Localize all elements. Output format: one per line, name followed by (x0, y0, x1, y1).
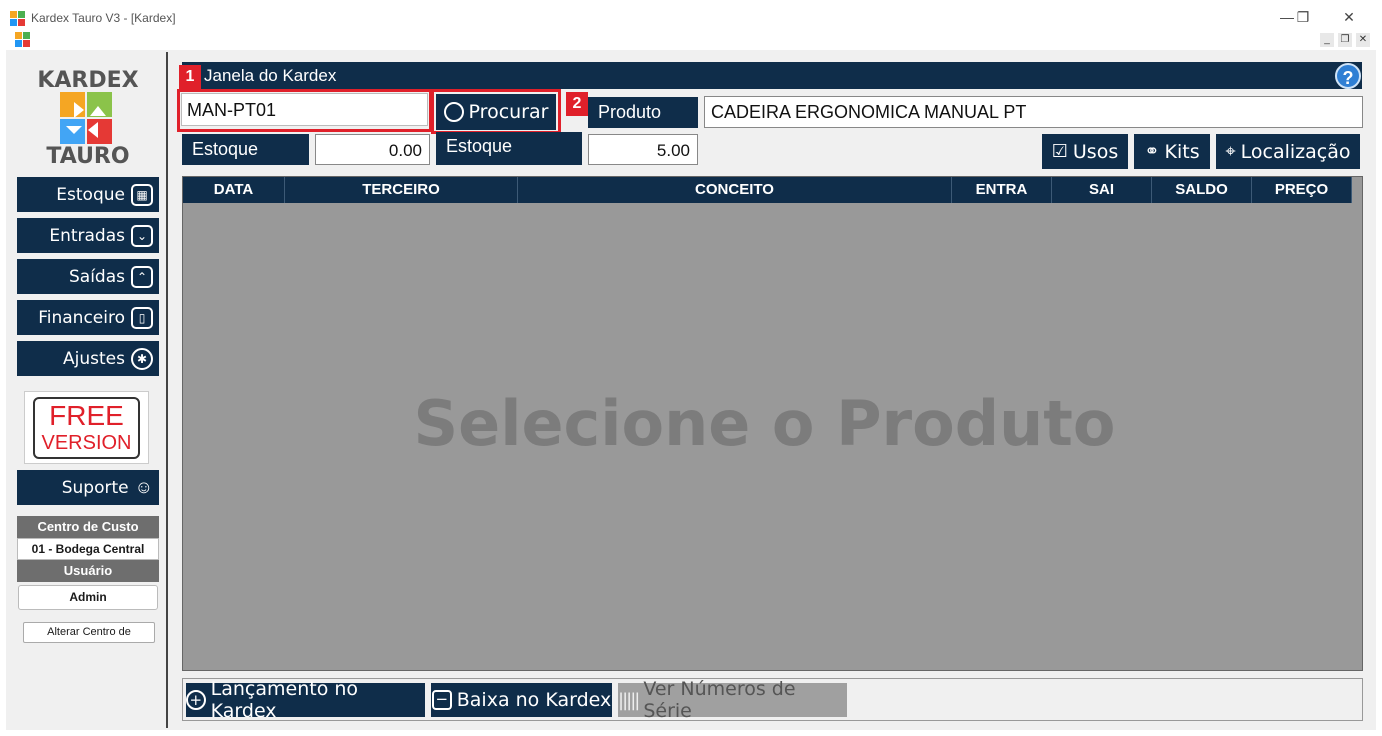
stock-icon: ▦ (131, 183, 153, 206)
usuario-value: Admin (18, 585, 158, 610)
kits-icon: ⚭ (1144, 141, 1160, 162)
kardex-logo-icon (60, 92, 112, 144)
kardex-window-header: Janela do Kardex (182, 62, 1362, 89)
estoque-value-1: 0.00 (315, 134, 430, 165)
search-icon (443, 102, 464, 122)
gear-icon: ✱ (131, 347, 153, 370)
empty-table-message: Selecione o Produto (413, 387, 1116, 460)
close-window-button[interactable]: ✕ (1329, 6, 1369, 28)
mdi-logo-icon (15, 32, 30, 47)
logo-bottom-text: TAURO (46, 144, 130, 169)
mdi-restore-button[interactable]: ❐ (1338, 33, 1352, 47)
produto-label: Produto (588, 97, 698, 128)
mdi-close-button[interactable]: ✕ (1356, 33, 1370, 47)
kits-button[interactable]: ⚭ Kits (1134, 134, 1210, 169)
usuario-header: Usuário (17, 560, 159, 582)
centro-custo-header: Centro de Custo (17, 516, 159, 538)
outbox-icon: ⌃ (131, 265, 153, 288)
sidebar-item-entradas[interactable]: Entradas ⌄ (17, 218, 159, 253)
sidebar-item-label: Financeiro (38, 307, 125, 328)
free-version-card: FREE VERSION (24, 391, 149, 464)
column-header-sai[interactable]: SAI (1052, 177, 1152, 203)
restore-window-button[interactable]: ❐ (1283, 6, 1323, 28)
produto-name-field: CADEIRA ERGONOMICA MANUAL PT (704, 96, 1363, 128)
sidebar-item-ajustes[interactable]: Ajustes ✱ (17, 341, 159, 376)
mdi-bar: _ ❐ ✕ (0, 32, 1382, 50)
column-header-terceiro[interactable]: TERCEIRO (285, 177, 518, 203)
sidebar-item-label: Entradas (49, 225, 125, 246)
estoque-label-2: Estoque (436, 132, 582, 165)
sidebar-item-financeiro[interactable]: Financeiro ▯ (17, 300, 159, 335)
baixa-label: Baixa no Kardex (456, 689, 612, 711)
lancamento-label: Lançamento no Kardex (210, 678, 359, 722)
procurar-button[interactable]: Procurar (436, 94, 556, 130)
usos-label: Usos (1072, 140, 1119, 163)
app-logo-icon (10, 11, 25, 26)
usos-button[interactable]: ☑ Usos (1042, 134, 1128, 169)
sidebar-item-label: Estoque (56, 184, 125, 205)
help-icon[interactable]: ? (1335, 63, 1361, 89)
column-header-preco[interactable]: PREÇO (1252, 177, 1352, 203)
lancamento-button[interactable]: + Lançamento no Kardex (186, 678, 425, 722)
estoque-value-2: 5.00 (588, 134, 698, 165)
procurar-label: Procurar (468, 101, 549, 123)
suporte-label: Suporte (61, 477, 129, 498)
column-header-data[interactable]: DATA (183, 177, 285, 203)
localizacao-label: Localização (1240, 140, 1351, 163)
step-badge-2: 2 (566, 92, 588, 116)
step-badge-1: 1 (179, 65, 201, 89)
sidebar-item-label: Ajustes (63, 348, 125, 369)
version-label: VERSION (41, 432, 132, 454)
estoque-label-1: Estoque (182, 134, 309, 165)
barcode-icon: ||||| (618, 689, 640, 711)
book-icon: ▯ (131, 306, 153, 329)
free-version-stamp: FREE VERSION (33, 397, 140, 459)
free-label: FREE (49, 400, 124, 431)
clipboard-check-icon: ☑ (1051, 141, 1068, 162)
window-title: Kardex Tauro V3 - [Kardex] (31, 11, 176, 25)
centro-custo-value: 01 - Bodega Central (17, 538, 159, 560)
localizacao-button[interactable]: ⌖ Localização (1216, 134, 1360, 169)
alterar-centro-button[interactable]: Alterar Centro de (23, 622, 155, 643)
plus-circle-icon: + (186, 690, 206, 710)
sidebar-item-saidas[interactable]: Saídas ⌃ (17, 259, 159, 294)
logo-top-text: KARDEX (37, 68, 139, 93)
column-header-conceito[interactable]: CONCEITO (518, 177, 952, 203)
sidebar-item-estoque[interactable]: Estoque ▦ (17, 177, 159, 212)
inbox-icon: ⌄ (131, 224, 153, 247)
kardex-table[interactable]: DATA TERCEIRO CONCEITO ENTRA SAI SALDO P… (182, 176, 1363, 671)
sidebar-item-label: Saídas (69, 266, 125, 287)
baixa-button[interactable]: − Baixa no Kardex (431, 683, 612, 717)
product-code-input[interactable]: MAN-PT01 (181, 93, 428, 126)
kits-label: Kits (1164, 140, 1200, 163)
suporte-button[interactable]: Suporte ☺ (17, 470, 159, 505)
window-titlebar: Kardex Tauro V3 - [Kardex] — ❐ ✕ (0, 0, 1382, 32)
location-pin-icon: ⌖ (1225, 141, 1236, 162)
ver-series-button[interactable]: ||||| Ver Números de Série (618, 678, 847, 722)
column-header-saldo[interactable]: SALDO (1152, 177, 1252, 203)
support-agent-icon: ☺ (134, 477, 153, 497)
ver-series-label: Ver Números de Série (643, 678, 796, 722)
minus-square-icon: − (431, 690, 452, 710)
column-header-entra[interactable]: ENTRA (952, 177, 1052, 203)
mdi-minimize-button[interactable]: _ (1320, 33, 1334, 47)
